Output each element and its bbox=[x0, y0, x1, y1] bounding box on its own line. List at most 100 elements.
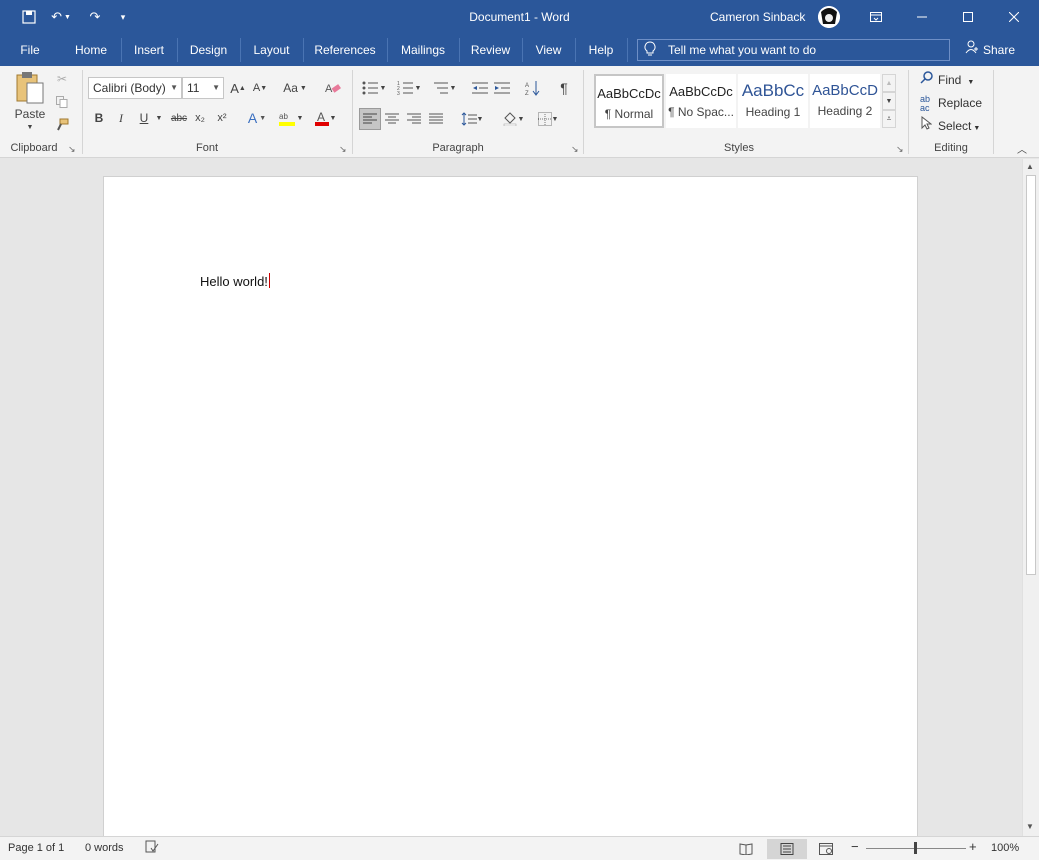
underline-button[interactable]: U bbox=[134, 108, 154, 128]
style-heading-1[interactable]: AaBbCc Heading 1 bbox=[738, 74, 808, 128]
styles-launcher-icon[interactable]: ↘ bbox=[896, 144, 904, 155]
paste-icon[interactable] bbox=[9, 68, 51, 106]
user-name[interactable]: Cameron Sinback bbox=[710, 10, 805, 24]
borders-icon[interactable]: ▼ bbox=[532, 108, 564, 130]
svg-text:A: A bbox=[525, 83, 529, 89]
style-no-spacing[interactable]: AaBbCcDc ¶ No Spac... bbox=[666, 74, 736, 128]
tab-mailings[interactable]: Mailings bbox=[388, 34, 458, 66]
group-separator bbox=[993, 70, 994, 154]
increase-indent-icon[interactable] bbox=[491, 78, 513, 98]
collapse-ribbon-icon[interactable]: ︿ bbox=[1014, 142, 1030, 156]
justify-icon[interactable] bbox=[425, 108, 447, 130]
align-left-icon[interactable] bbox=[359, 108, 381, 130]
style-name: Heading 2 bbox=[817, 104, 873, 118]
bullets-icon[interactable]: ▼ bbox=[358, 78, 390, 98]
strikethrough-button[interactable]: abc bbox=[168, 108, 190, 128]
font-color-icon[interactable]: A ▼ bbox=[310, 108, 340, 128]
group-separator bbox=[908, 70, 909, 154]
numbering-icon[interactable]: 1 2 3 ▼ bbox=[393, 78, 425, 98]
styles-more-icon[interactable]: ⩡ bbox=[882, 110, 896, 128]
superscript-button[interactable]: x² bbox=[212, 108, 232, 128]
change-case-label: Aa bbox=[283, 81, 298, 95]
shrink-font-icon[interactable]: A ▼ bbox=[251, 78, 269, 98]
paste-button[interactable]: Paste bbox=[6, 106, 54, 122]
font-launcher-icon[interactable]: ↘ bbox=[339, 144, 347, 155]
tab-review[interactable]: Review bbox=[460, 34, 521, 66]
change-case-button[interactable]: Aa ▼ bbox=[279, 78, 311, 98]
style-name: ¶ Normal bbox=[604, 107, 654, 121]
scroll-up-icon[interactable]: ▲ bbox=[1026, 162, 1034, 171]
cursor-arrow-icon bbox=[920, 115, 933, 136]
decrease-indent-icon[interactable] bbox=[469, 78, 491, 98]
document-page[interactable]: Hello world! bbox=[103, 176, 918, 856]
zoom-level[interactable]: 100% bbox=[991, 842, 1019, 854]
zoom-slider-thumb[interactable] bbox=[914, 842, 917, 854]
tab-insert[interactable]: Insert bbox=[122, 34, 176, 66]
tab-view[interactable]: View bbox=[523, 34, 574, 66]
tell-me-search[interactable]: Tell me what you want to do bbox=[637, 39, 950, 61]
tab-home[interactable]: Home bbox=[61, 34, 121, 66]
ribbon-display-options-icon[interactable] bbox=[853, 0, 899, 34]
highlight-color-icon[interactable]: ab ▼ bbox=[276, 108, 306, 128]
group-label-font: Font bbox=[195, 142, 218, 154]
copy-icon[interactable] bbox=[52, 92, 72, 112]
web-layout-icon[interactable] bbox=[813, 839, 839, 859]
group-label-editing: Editing bbox=[934, 142, 968, 154]
paragraph-launcher-icon[interactable]: ↘ bbox=[571, 144, 579, 155]
proofing-icon[interactable] bbox=[145, 840, 159, 857]
select-button[interactable]: Select ▼ bbox=[920, 115, 980, 136]
tab-help[interactable]: Help bbox=[576, 34, 626, 66]
find-button[interactable]: Find ▼ bbox=[920, 70, 974, 90]
font-size-dropdown[interactable]: 11 ▼ bbox=[182, 77, 224, 99]
group-label-styles: Styles bbox=[724, 142, 754, 154]
clipboard-launcher-icon[interactable]: ↘ bbox=[68, 144, 76, 155]
vertical-scrollbar[interactable]: ▲ ▼ bbox=[1022, 159, 1039, 836]
multilevel-list-icon[interactable]: ▼ bbox=[428, 78, 460, 98]
shading-icon[interactable]: ▼ bbox=[497, 108, 529, 130]
styles-scroll-up-icon[interactable]: ▲ bbox=[882, 74, 896, 92]
replace-label: Replace bbox=[938, 96, 983, 110]
scroll-down-icon[interactable]: ▼ bbox=[1026, 822, 1034, 831]
word-count[interactable]: 0 words bbox=[85, 842, 124, 854]
tab-references[interactable]: References bbox=[304, 34, 386, 66]
close-icon[interactable] bbox=[991, 0, 1037, 34]
format-painter-icon[interactable] bbox=[52, 115, 72, 135]
zoom-in-icon[interactable]: + bbox=[969, 839, 977, 854]
font-family-value: Calibri (Body) bbox=[93, 81, 166, 95]
scrollbar-thumb[interactable] bbox=[1026, 175, 1036, 575]
grow-font-icon[interactable]: A ▲ bbox=[229, 78, 247, 98]
cut-icon[interactable]: ✂ bbox=[52, 69, 72, 89]
italic-button[interactable]: I bbox=[111, 108, 131, 128]
align-right-icon[interactable] bbox=[403, 108, 425, 130]
maximize-icon[interactable] bbox=[945, 0, 991, 34]
page-count[interactable]: Page 1 of 1 bbox=[8, 842, 64, 854]
minimize-icon[interactable] bbox=[899, 0, 945, 34]
group-label-clipboard: Clipboard bbox=[10, 142, 58, 154]
text-effects-icon[interactable]: A ▼ bbox=[243, 108, 271, 128]
zoom-out-icon[interactable]: − bbox=[851, 839, 859, 854]
title-bar: ↶ ▼ ↷ ▾ Document1 - Word Cameron Sinback bbox=[0, 0, 1039, 34]
group-separator bbox=[583, 70, 584, 154]
line-spacing-icon[interactable]: ▼ bbox=[456, 108, 488, 130]
share-button[interactable]: Share bbox=[963, 39, 1015, 61]
read-mode-icon[interactable] bbox=[733, 839, 759, 859]
sort-icon[interactable]: AZ bbox=[522, 78, 544, 98]
styles-scroll-down-icon[interactable]: ▼ bbox=[882, 92, 896, 110]
paste-dropdown-icon[interactable]: ▼ bbox=[24, 122, 36, 132]
document-body[interactable]: Hello world! bbox=[200, 273, 270, 289]
print-layout-icon[interactable] bbox=[767, 839, 807, 859]
clear-formatting-icon[interactable]: A bbox=[322, 78, 344, 98]
subscript-button[interactable]: x₂ bbox=[190, 108, 210, 128]
style-normal[interactable]: AaBbCcDc ¶ Normal bbox=[594, 74, 664, 128]
style-heading-2[interactable]: AaBbCcD Heading 2 bbox=[810, 74, 880, 128]
bold-button[interactable]: B bbox=[89, 108, 109, 128]
underline-dropdown-icon[interactable]: ▼ bbox=[154, 108, 164, 128]
align-center-icon[interactable] bbox=[381, 108, 403, 130]
replace-button[interactable]: ab ac Replace bbox=[920, 93, 982, 113]
font-family-dropdown[interactable]: Calibri (Body) ▼ bbox=[88, 77, 182, 99]
tab-file[interactable]: File bbox=[0, 34, 60, 66]
avatar[interactable] bbox=[818, 6, 840, 28]
tab-design[interactable]: Design bbox=[178, 34, 239, 66]
tab-layout[interactable]: Layout bbox=[241, 34, 302, 66]
show-formatting-marks-icon[interactable]: ¶ bbox=[554, 78, 574, 98]
